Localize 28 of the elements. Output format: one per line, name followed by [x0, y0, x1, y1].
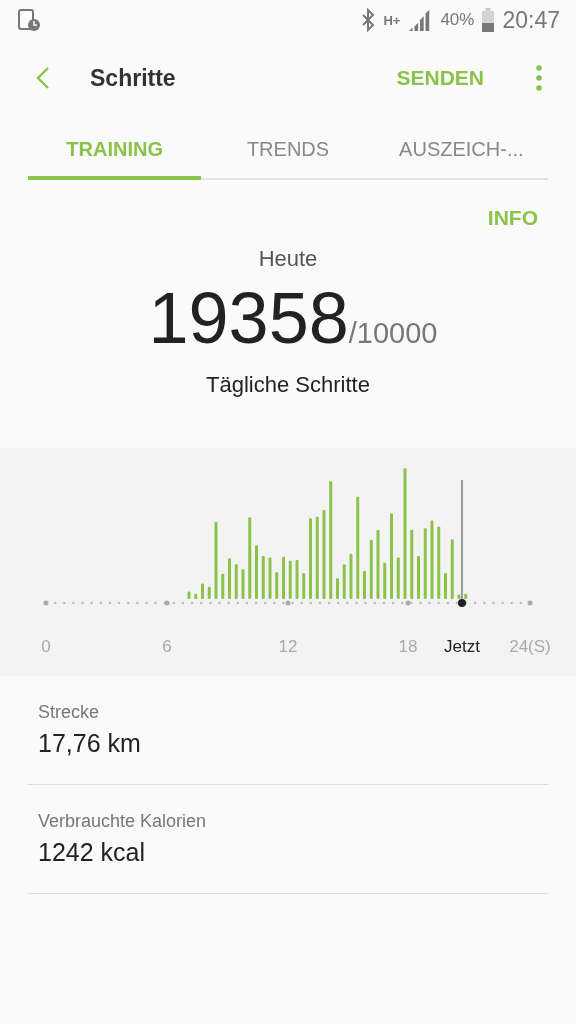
- axis-label: 6: [162, 637, 172, 656]
- summary-caption: Tägliche Schritte: [206, 372, 370, 398]
- info-link[interactable]: INFO: [487, 206, 538, 230]
- stat-label: Strecke: [38, 702, 101, 723]
- screen-clock-icon: [18, 8, 40, 32]
- stat-value: 17,76 km: [38, 729, 142, 758]
- axis-label: 18: [398, 637, 418, 656]
- stat-label: Verbrauchte Kalorien: [38, 811, 208, 832]
- stat-value: 1242 kcal: [38, 838, 147, 867]
- axis-label: Jetzt: [444, 637, 480, 656]
- send-button[interactable]: SENDEN: [396, 66, 484, 90]
- axis-label: 12: [278, 637, 298, 656]
- step-count: 19358: [148, 282, 349, 354]
- axis-label: 24(S): [509, 637, 551, 656]
- period-label: Heute: [258, 246, 318, 272]
- step-goal: /10000: [348, 317, 438, 350]
- screen-title: Schritte: [90, 64, 177, 92]
- more-options-icon[interactable]: [536, 65, 542, 91]
- back-icon[interactable]: [36, 66, 50, 90]
- bluetooth-icon: [361, 8, 376, 32]
- tab[interactable]: TRENDS: [201, 122, 375, 180]
- axis-label: 0: [41, 637, 51, 656]
- battery-icon: [482, 8, 495, 32]
- clock-time: 20:47: [502, 6, 560, 34]
- network-type: H+: [383, 12, 401, 28]
- tab[interactable]: TRAINING: [28, 122, 202, 180]
- battery-percent: 40%: [440, 10, 475, 30]
- tab[interactable]: AUSZEICH-...: [374, 122, 548, 180]
